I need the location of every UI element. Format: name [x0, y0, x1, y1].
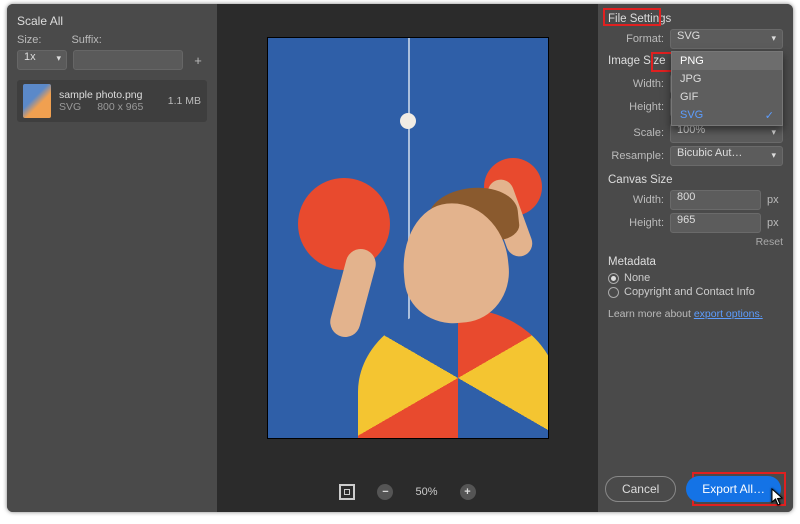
settings-panel: File Settings Format: SVG▾ PNG JPG GIF S…: [598, 4, 793, 512]
canvas-height-input[interactable]: 965: [670, 213, 761, 233]
format-option-png[interactable]: PNG: [672, 52, 782, 70]
zoom-percent: 50%: [415, 486, 437, 498]
scale-panel-title: Scale All: [17, 14, 207, 28]
canvas-height-label: Height:: [608, 217, 664, 229]
resample-label: Resample:: [608, 150, 664, 162]
suffix-label: Suffix:: [71, 34, 101, 46]
zoom-toolbar: − 50% +: [339, 472, 475, 512]
metadata-title: Metadata: [608, 256, 783, 268]
check-icon: ✓: [765, 109, 774, 122]
format-option-jpg[interactable]: JPG: [672, 70, 782, 88]
radio-icon: [608, 287, 619, 298]
canvas-width-label: Width:: [608, 194, 664, 206]
export-dialog: Scale All Size: Suffix: 1x + sample phot…: [7, 4, 793, 512]
cancel-button[interactable]: Cancel: [605, 476, 676, 502]
zoom-in-button[interactable]: +: [460, 484, 476, 500]
learn-more-text: Learn more about export options.: [608, 308, 783, 320]
asset-name: sample photo.png: [59, 89, 160, 101]
export-all-button[interactable]: Export All…: [686, 476, 781, 502]
format-option-svg[interactable]: SVG✓: [672, 106, 782, 125]
scale-panel: Scale All Size: Suffix: 1x + sample phot…: [7, 4, 217, 512]
add-scale-button[interactable]: +: [189, 53, 207, 68]
dialog-buttons: Cancel Export All…: [605, 476, 781, 502]
resample-select[interactable]: Bicubic Aut…▾: [670, 146, 783, 166]
file-settings-title: File Settings: [608, 13, 783, 25]
scale-select[interactable]: 1x: [17, 50, 67, 70]
asset-dimensions: 800 x 965: [97, 101, 143, 113]
preview-canvas[interactable]: [268, 38, 548, 438]
asset-filesize: 1.1 MB: [168, 95, 201, 107]
radio-icon: [608, 273, 619, 284]
reset-button[interactable]: Reset: [608, 236, 783, 248]
format-label: Format:: [608, 33, 664, 45]
metadata-none-option[interactable]: None: [608, 272, 783, 284]
format-dropdown: PNG JPG GIF SVG✓: [671, 51, 783, 126]
asset-row[interactable]: sample photo.png SVG 800 x 965 1.1 MB: [17, 80, 207, 122]
format-option-gif[interactable]: GIF: [672, 88, 782, 106]
asset-format: SVG: [59, 101, 81, 113]
metadata-copyright-option[interactable]: Copyright and Contact Info: [608, 286, 783, 298]
cursor-icon: [771, 488, 785, 506]
height-label: Height:: [608, 101, 664, 113]
size-label: Size:: [17, 34, 41, 46]
crop-icon[interactable]: [339, 484, 355, 500]
preview-area: − 50% +: [217, 4, 598, 512]
learn-more-link[interactable]: export options.: [694, 308, 763, 320]
scale-label: Scale:: [608, 127, 664, 139]
zoom-out-button[interactable]: −: [377, 484, 393, 500]
suffix-input[interactable]: [73, 50, 183, 70]
canvas-width-input[interactable]: 800: [670, 190, 761, 210]
scale-select-right[interactable]: 100%▾: [670, 123, 783, 143]
width-label: Width:: [608, 78, 664, 90]
format-select[interactable]: SVG▾: [670, 29, 783, 49]
canvas-size-title: Canvas Size: [608, 174, 783, 186]
asset-thumbnail: [23, 84, 51, 118]
